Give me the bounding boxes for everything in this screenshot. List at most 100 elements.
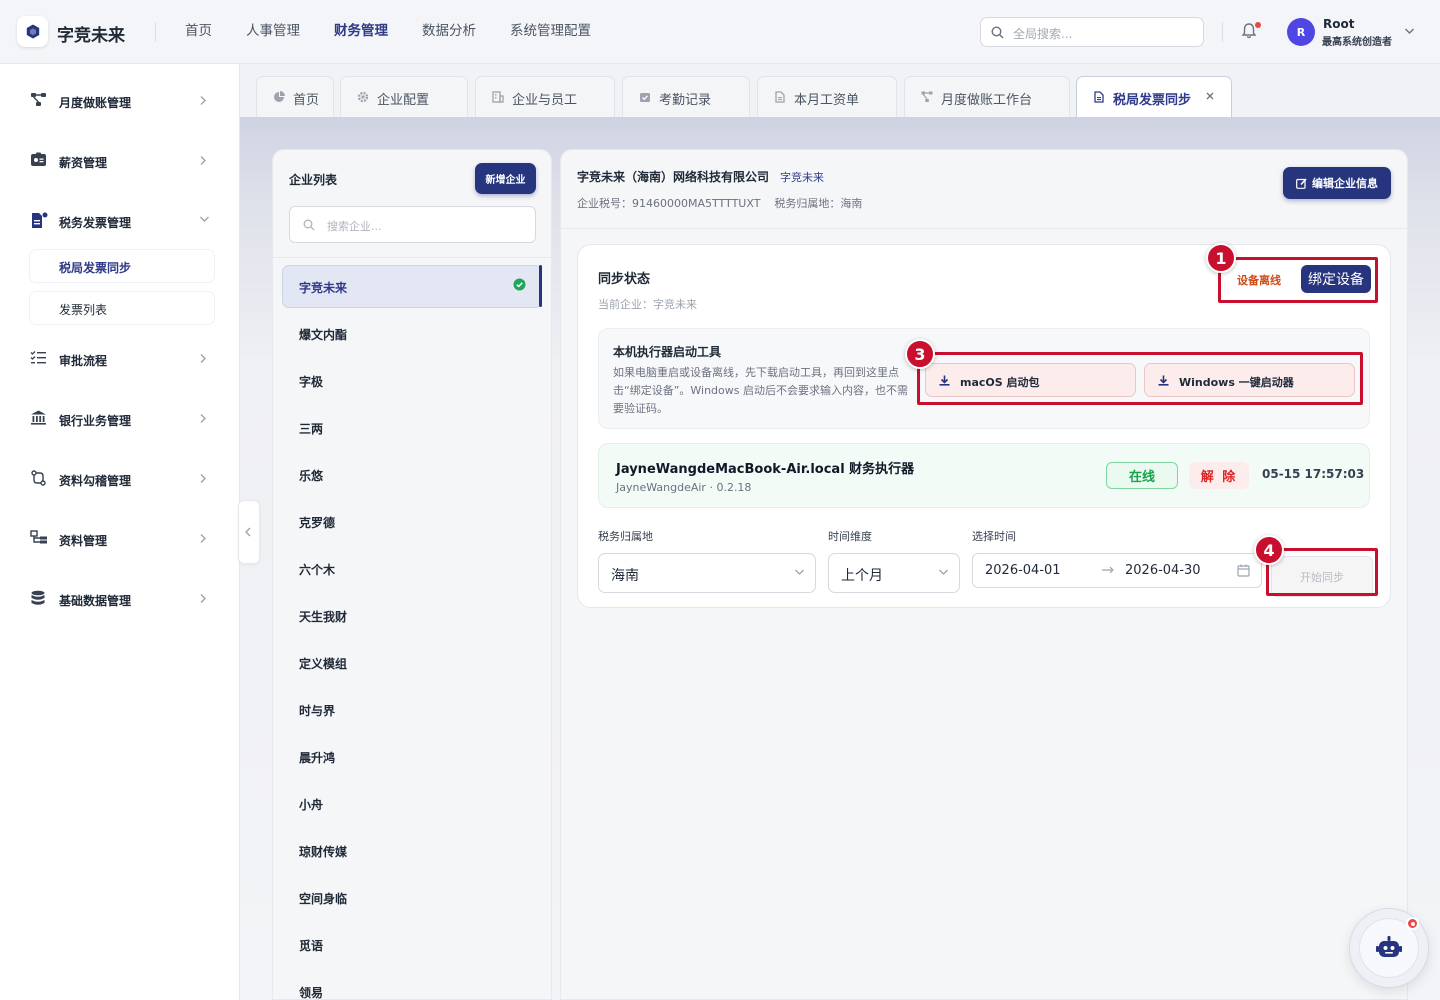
sidebar-collapse-button[interactable] <box>238 500 260 564</box>
sidebar-item-tax-invoice[interactable]: 税务发票管理 <box>0 200 240 240</box>
company-item[interactable]: 领易 <box>299 984 323 1000</box>
chevron-right-icon <box>200 534 206 543</box>
sidebar-subitem-invoice-list[interactable]: 发票列表 <box>30 292 214 324</box>
close-icon[interactable] <box>1205 91 1215 101</box>
nav-home[interactable]: 首页 <box>185 22 212 40</box>
company-item[interactable]: 六个木 <box>299 561 335 578</box>
company-item[interactable]: 爆文内酯 <box>299 326 347 343</box>
flow-icon <box>921 91 933 102</box>
avatar[interactable]: R <box>1287 18 1315 46</box>
building-icon <box>492 91 504 103</box>
executor-host: JayneWangdeAir · 0.2.18 <box>616 481 752 494</box>
sync-title: 同步状态 <box>598 272 651 287</box>
chevron-down-icon <box>200 216 209 222</box>
bank-icon <box>31 410 46 425</box>
end-date[interactable]: 2026-04-30 <box>1125 563 1201 578</box>
chevron-right-icon <box>200 156 206 165</box>
edit-company-label: 编辑企业信息 <box>1312 177 1378 190</box>
arrow-right-icon <box>1102 566 1114 574</box>
company-item[interactable]: 乐悠 <box>299 467 323 484</box>
tab-label: 企业与员工 <box>512 93 578 108</box>
sidebar-item-approval[interactable]: 审批流程 <box>0 338 240 378</box>
company-item-label: 字竞未来 <box>299 281 348 295</box>
chevron-right-icon <box>200 474 206 483</box>
tab-label: 首页 <box>293 93 320 108</box>
region-value: 海南 <box>611 568 639 584</box>
period-select[interactable]: 上个月 <box>828 553 960 593</box>
selected-indicator <box>539 265 542 307</box>
checklist-icon <box>30 351 46 364</box>
company-item[interactable]: 天生我财 <box>299 608 347 625</box>
annotation-marker-4: 4 <box>1254 535 1284 565</box>
sidebar-item-base-data[interactable]: 基础数据管理 <box>0 578 240 618</box>
unbind-button[interactable]: 解 除 <box>1189 462 1249 489</box>
sidebar-item-salary[interactable]: 薪资管理 <box>0 140 240 180</box>
annotation-marker-1: 1 <box>1206 243 1236 273</box>
add-company-button[interactable]: 新增企业 <box>475 163 536 194</box>
chevron-right-icon <box>200 96 206 105</box>
calendar-icon[interactable] <box>1237 564 1250 577</box>
company-item[interactable]: 三两 <box>299 420 323 437</box>
company-item[interactable]: 觅语 <box>299 937 323 954</box>
company-search-input[interactable]: 搜索企业... <box>289 206 536 243</box>
edit-company-button[interactable]: 编辑企业信息 <box>1283 167 1391 199</box>
chevron-right-icon <box>200 594 206 603</box>
company-item[interactable]: 定义模组 <box>299 655 347 672</box>
company-item[interactable]: 小舟 <box>299 796 323 813</box>
tab-monthly-workbench[interactable]: 月度做账工作台 <box>904 76 1070 117</box>
company-item[interactable]: 琼财传媒 <box>299 843 347 860</box>
executor-name: JayneWangdeMacBook-Air.local 财务执行器 <box>616 462 915 477</box>
start-date[interactable]: 2026-04-01 <box>985 563 1061 578</box>
tab-home[interactable]: 首页 <box>256 76 334 117</box>
nav-finance[interactable]: 财务管理 <box>334 22 388 40</box>
global-search-input[interactable]: 全局搜索... <box>980 17 1204 47</box>
chevron-down-icon[interactable] <box>1404 27 1415 35</box>
database-icon <box>31 590 45 605</box>
tab-company-employee[interactable]: 企业与员工 <box>475 76 615 117</box>
tab-monthly-payroll[interactable]: 本月工资单 <box>757 76 897 117</box>
company-item[interactable]: 空间身临 <box>299 890 347 907</box>
company-item[interactable]: 时与界 <box>299 702 335 719</box>
notification-dot <box>1255 22 1261 28</box>
user-name: Root <box>1323 17 1355 31</box>
company-item[interactable]: 晨升鸿 <box>299 749 335 766</box>
executor-status-badge: 在线 <box>1106 462 1178 489</box>
time-label: 选择时间 <box>972 530 1016 543</box>
folder-tree-icon <box>30 530 47 544</box>
company-item[interactable]: 字极 <box>299 373 323 390</box>
period-label: 时间维度 <box>828 530 872 543</box>
sidebar-item-label: 资料勾稽管理 <box>59 474 132 488</box>
sidebar-subitem-label: 税局发票同步 <box>59 261 132 275</box>
sidebar-item-documents[interactable]: 资料管理 <box>0 518 240 558</box>
sidebar-item-label: 薪资管理 <box>59 156 108 170</box>
sidebar-item-label: 审批流程 <box>59 354 108 368</box>
region-select[interactable]: 海南 <box>598 553 816 593</box>
nav-hr[interactable]: 人事管理 <box>246 22 300 40</box>
tab-label: 本月工资单 <box>794 93 860 108</box>
launcher-tool-title: 本机执行器启动工具 <box>613 345 722 359</box>
tab-company-config[interactable]: 企业配置 <box>340 76 468 117</box>
highlight-box-1 <box>1218 257 1378 303</box>
robot-icon <box>1376 936 1402 957</box>
sidebar-item-reconciliation[interactable]: 资料勾稽管理 <box>0 458 240 498</box>
annotation-marker-3: 3 <box>905 339 935 369</box>
search-placeholder: 全局搜索... <box>1013 27 1073 41</box>
sidebar-item-monthly-accounting[interactable]: 月度做账管理 <box>0 80 240 120</box>
sidebar-subitem-tax-sync[interactable]: 税局发票同步 <box>30 250 214 282</box>
tab-attendance[interactable]: 考勤记录 <box>622 76 750 117</box>
date-range-picker[interactable]: 2026-04-01 2026-04-30 <box>972 553 1262 588</box>
app-logo[interactable] <box>17 16 48 47</box>
user-role: 最高系统创造者 <box>1322 37 1392 48</box>
calendar-check-icon <box>640 93 650 102</box>
tab-tax-sync[interactable]: 税局发票同步 <box>1076 76 1232 117</box>
edit-icon <box>1296 177 1307 189</box>
nav-system[interactable]: 系统管理配置 <box>510 22 591 40</box>
company-item-selected[interactable]: 字竞未来 <box>282 265 542 308</box>
nav-analytics[interactable]: 数据分析 <box>422 22 476 40</box>
region-label: 税务归属地 <box>598 530 653 543</box>
flow-icon <box>31 93 46 106</box>
company-item[interactable]: 克罗德 <box>299 514 335 531</box>
highlight-box-3 <box>917 352 1363 405</box>
sidebar-item-bank[interactable]: 银行业务管理 <box>0 398 240 438</box>
top-nav: 首页 人事管理 财务管理 数据分析 系统管理配置 <box>185 22 625 40</box>
